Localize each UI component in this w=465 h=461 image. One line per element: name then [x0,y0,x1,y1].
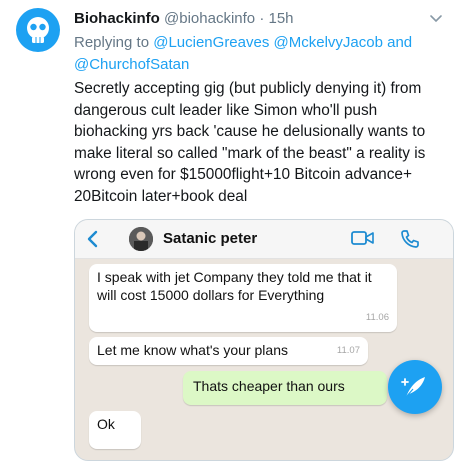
message-time: 11.06 [365,312,389,323]
replying-prefix: Replying to [74,34,154,51]
message-text: Let me know what's your plans [97,342,288,358]
mention-mckelvyjacob[interactable]: @MckelvyJacob [274,34,383,51]
compose-tweet-icon [401,377,425,398]
incoming-message: Let me know what's your plans 11.07 [89,337,368,365]
tweet-header: Biohackinfo @biohackinfo · 15h [74,8,450,30]
timestamp[interactable]: 15h [268,10,293,27]
compose-tweet-button[interactable] [388,360,442,414]
incoming-message: Ok [89,411,141,449]
chevron-down-icon[interactable] [428,10,444,31]
handle[interactable]: @biohackinfo [164,10,255,27]
contact-avatar [129,227,153,251]
message-time: 11.07 [336,345,360,356]
contact-name: Satanic peter [163,230,258,247]
chat-header: Satanic peter [75,220,453,259]
separator: · [259,10,265,27]
tweet: Biohackinfo @biohackinfo · 15h Replying … [74,8,450,207]
mention-and: and [387,34,413,51]
message-text: I speak with jet Company they told me th… [97,269,372,303]
display-name[interactable]: Biohackinfo [74,10,160,27]
mention-churchofsatan[interactable]: @ChurchofSatan [74,56,189,73]
message-text: Ok [97,416,115,432]
outgoing-message: Thats cheaper than ours [183,371,387,405]
incoming-message: I speak with jet Company they told me th… [89,264,397,332]
back-icon [83,228,103,255]
video-call-icon [351,230,375,251]
message-text: Thats cheaper than ours [193,378,345,394]
replying-to: Replying to @LucienGreaves @MckelvyJacob… [74,32,450,76]
phone-icon [399,228,421,255]
mention-luciengreaves[interactable]: @LucienGreaves [153,34,269,51]
biohackinfo-avatar[interactable] [16,8,60,52]
whatsapp-screenshot[interactable]: Satanic peter I speak with jet Company t… [74,219,454,461]
tweet-text: Secretly accepting gig (but publicly den… [74,80,426,205]
